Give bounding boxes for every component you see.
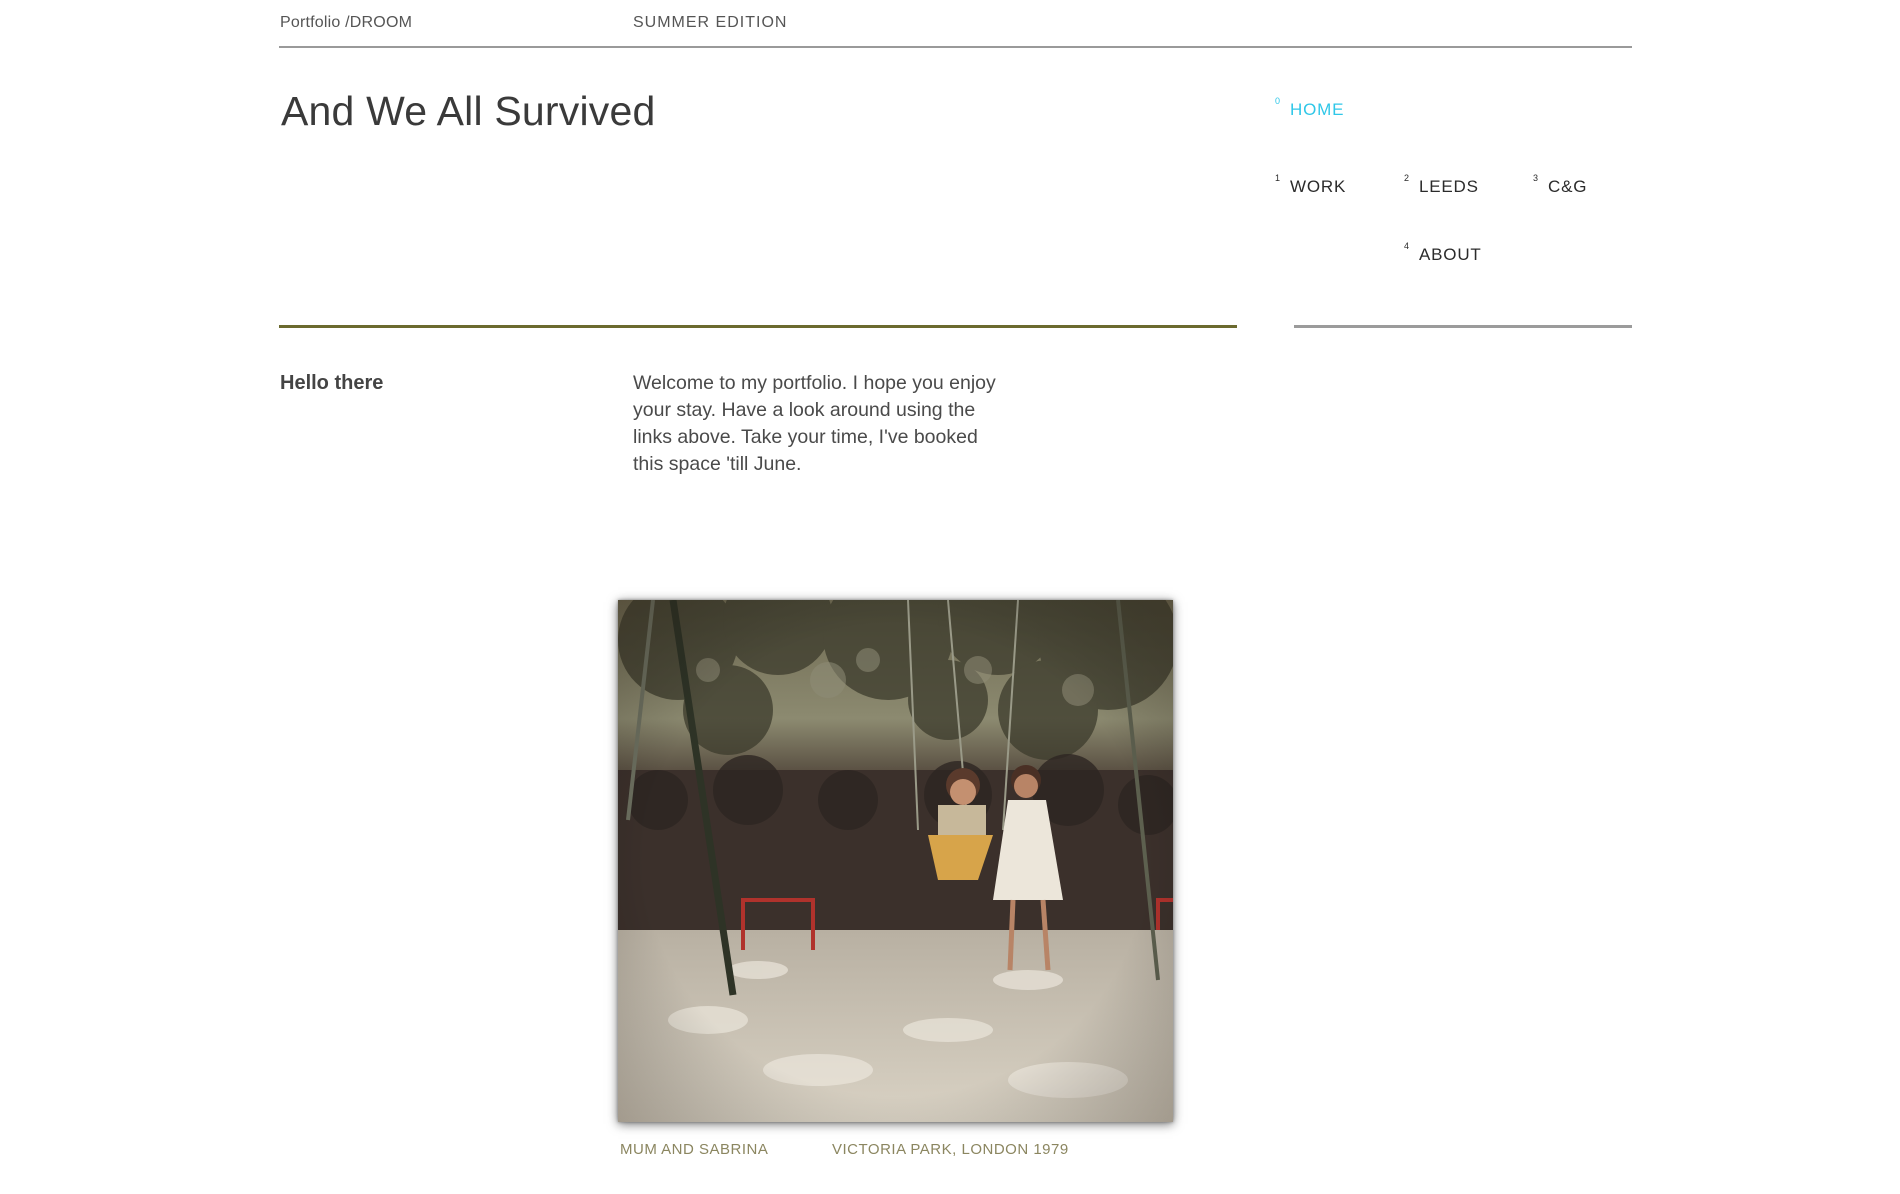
nav-divider [1294,325,1632,328]
nav-item-label: ABOUT [1419,245,1482,264]
nav-item-home[interactable]: 0 HOME [1275,96,1345,120]
nav-item-label: LEEDS [1419,177,1479,196]
nav-item-about[interactable]: 4 ABOUT [1404,241,1482,265]
site-brand: Portfolio /DROOM [280,14,413,31]
nav-item-work[interactable]: 1 WORK [1275,173,1347,197]
nav-item-number: 1 [1275,173,1281,183]
vintage-photo [618,600,1173,1122]
nav-item-cg[interactable]: 3 C&G [1533,173,1588,197]
photo-caption-place: VICTORIA PARK, LONDON 1979 [832,1141,1069,1158]
nav-item-number: 3 [1533,173,1539,183]
content-divider [279,325,1237,328]
intro-text: Welcome to my portfolio. I hope you enjo… [633,372,996,475]
nav-item-label: HOME [1290,100,1345,119]
edition-label: SUMMER EDITION [633,14,788,31]
page-title: And We All Survived [281,88,656,134]
nav-item-label: WORK [1290,177,1347,196]
nav-item-label: C&G [1548,177,1588,196]
nav-item-number: 4 [1404,241,1410,251]
photo-caption-subject: MUM AND SABRINA [620,1141,769,1158]
swing-photo-illustration [618,600,1173,1122]
header-divider [279,46,1632,48]
nav-item-number: 0 [1275,96,1281,106]
nav-item-number: 2 [1404,173,1410,183]
intro-heading: Hello there [280,372,384,394]
nav-item-leeds[interactable]: 2 LEEDS [1404,173,1479,197]
